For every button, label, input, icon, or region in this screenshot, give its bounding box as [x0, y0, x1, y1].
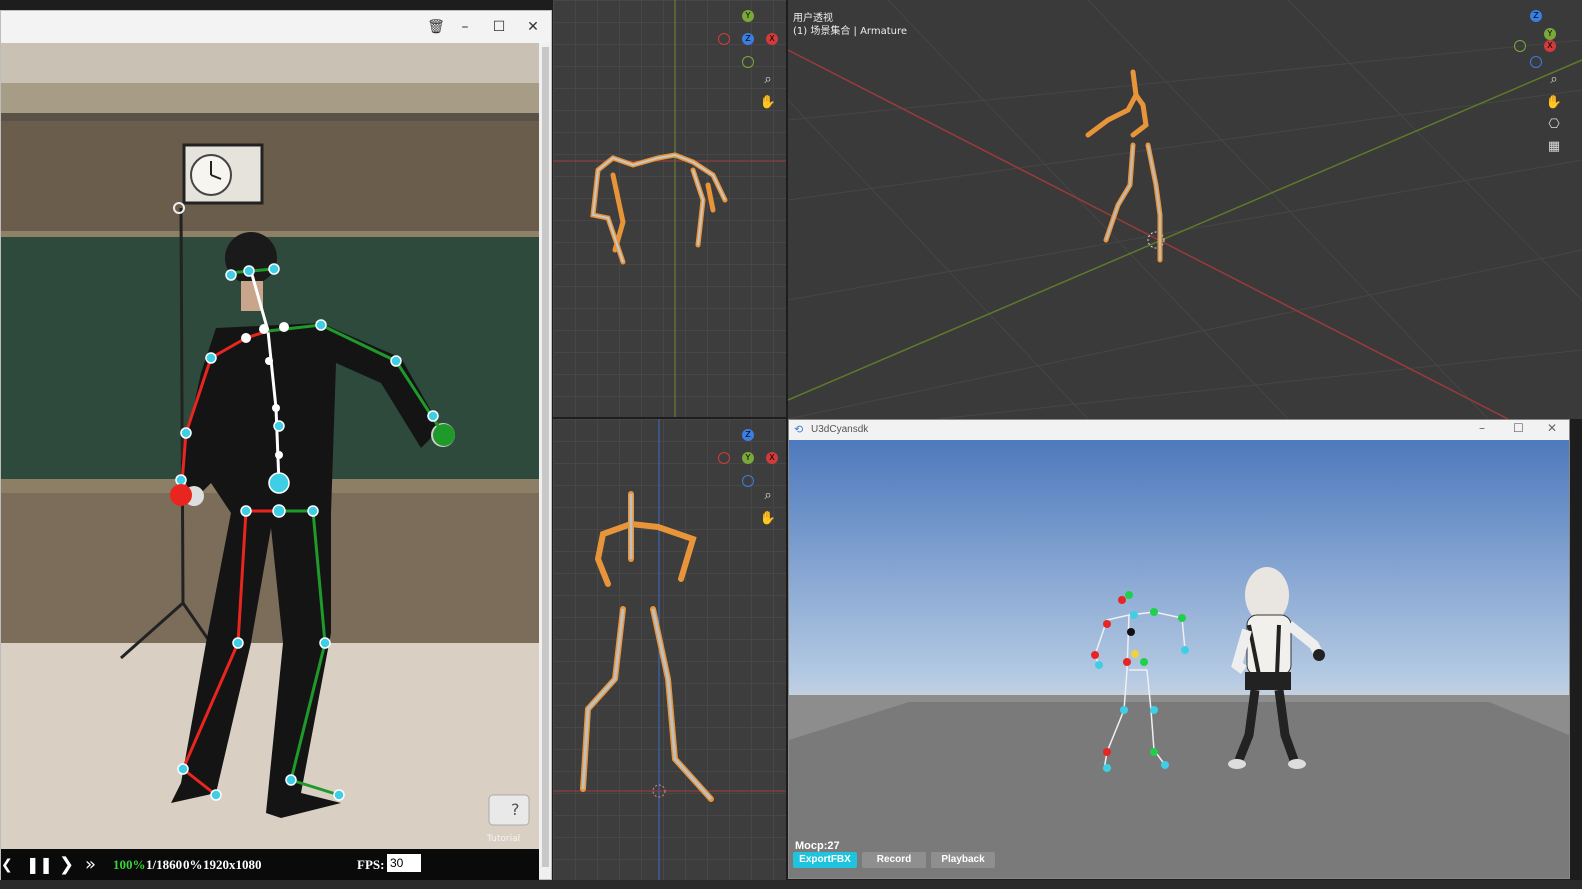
resolution: 1920x1080	[203, 857, 262, 872]
video-frame: ? Tutorial	[1, 43, 539, 849]
x-axis-icon[interactable]: X	[766, 33, 778, 45]
camera-icon[interactable]: ⎔	[1544, 115, 1564, 135]
y-axis-icon[interactable]: Y	[742, 10, 754, 22]
hand-icon[interactable]: ✋	[1544, 93, 1564, 113]
y-axis-icon[interactable]: Y	[742, 452, 754, 464]
export-fbx-button[interactable]: ExportFBX	[793, 852, 857, 868]
neg-x-axis-icon[interactable]	[718, 452, 730, 464]
playback-controls: ❮ ❚❚ ❯ » 100% 1/1860 0% 1920x1080 FPS: 3…	[1, 849, 539, 881]
neg-y-axis-icon[interactable]	[742, 56, 754, 68]
x-axis-icon[interactable]: X	[766, 452, 778, 464]
pause-icon[interactable]: ❚❚	[26, 855, 53, 874]
minimize-icon[interactable]: –	[454, 17, 476, 37]
video-window: 🗑 – ☐ ✕ ? Tutorial ❮ ❚❚ ❯ » 100% 1/1860 …	[0, 10, 552, 881]
grid-icon[interactable]: ▦	[1544, 137, 1564, 157]
minimize-icon[interactable]: –	[1479, 421, 1485, 435]
zoom-icon[interactable]: ⌕	[758, 70, 778, 90]
record-button[interactable]: Record	[862, 852, 926, 868]
zoom-icon[interactable]: ⌕	[758, 486, 778, 506]
video-scene: ? Tutorial	[1, 43, 539, 849]
hand-icon[interactable]: ✋	[758, 509, 778, 529]
fps-label: FPS:	[357, 857, 385, 872]
fps-input[interactable]: 30	[387, 854, 421, 872]
z-axis-icon[interactable]: Z	[742, 429, 754, 441]
neg-z-axis-icon[interactable]	[742, 475, 754, 487]
close-icon[interactable]: ✕	[522, 17, 544, 37]
maximize-icon[interactable]: ☐	[1513, 421, 1524, 435]
unity-logo-icon: ⟲	[794, 423, 804, 436]
mocap-counter: Mocp:27	[795, 840, 840, 852]
status-bar	[0, 880, 1582, 889]
axis-gizmo-top[interactable]: Y Z X	[718, 8, 780, 70]
unity-scene: Mocp:27	[789, 440, 1569, 878]
play-icon[interactable]: ❯	[59, 854, 74, 875]
viewport-bottom-left[interactable]: Z Y X ⌕ ✋	[553, 419, 786, 880]
maximize-icon[interactable]: ☐	[488, 17, 510, 37]
perspective-scene	[788, 0, 1582, 419]
y-axis-icon[interactable]: Y	[1544, 28, 1556, 40]
zoom-icon[interactable]: ⌕	[1544, 70, 1564, 90]
prev-icon[interactable]: ❮	[1, 857, 13, 873]
tutorial-label: Tutorial	[486, 834, 520, 844]
trash-icon[interactable]: 🗑	[425, 17, 447, 37]
z-axis-icon[interactable]: Z	[742, 33, 754, 45]
frame-counter: 1/1860	[146, 857, 183, 872]
video-titlebar[interactable]: 🗑 – ☐ ✕	[1, 11, 551, 43]
video-scrollbar[interactable]	[540, 43, 551, 879]
axis-gizmo-front[interactable]: Z Y X	[718, 427, 780, 489]
z-axis-icon[interactable]: Z	[1530, 10, 1542, 22]
percent-value: 0%	[183, 857, 203, 872]
neg-y-axis-icon[interactable]	[1514, 40, 1526, 52]
collection-label: (1) 场景集合 | Armature	[793, 26, 908, 37]
neg-x-axis-icon[interactable]	[718, 33, 730, 45]
hand-icon[interactable]: ✋	[758, 93, 778, 113]
unity-titlebar[interactable]: ⟲ U3dCyansdk – ☐ ✕	[789, 420, 1569, 440]
playback-button[interactable]: Playback	[931, 852, 995, 868]
tutorial-symbol: ?	[511, 800, 520, 819]
unity-title: U3dCyansdk	[811, 424, 869, 435]
neg-z-axis-icon[interactable]	[1530, 56, 1542, 68]
viewport-perspective[interactable]: 用户透视 (1) 场景集合 | Armature Z Y X ⌕ ✋ ⎔ ▦	[788, 0, 1582, 419]
unity-window: ⟲ U3dCyansdk – ☐ ✕ Mocp:27 ExportFBX Rec…	[788, 419, 1570, 879]
progress-percent: 100%	[113, 857, 146, 872]
viewport-top-left[interactable]: Y Z X ⌕ ✋	[553, 0, 786, 417]
skip-icon[interactable]: »	[85, 854, 96, 875]
x-axis-icon[interactable]: X	[1544, 40, 1556, 52]
unity-render	[789, 440, 1569, 878]
close-icon[interactable]: ✕	[1547, 421, 1557, 435]
axis-gizmo-perspective[interactable]: Z Y X	[1512, 10, 1560, 68]
